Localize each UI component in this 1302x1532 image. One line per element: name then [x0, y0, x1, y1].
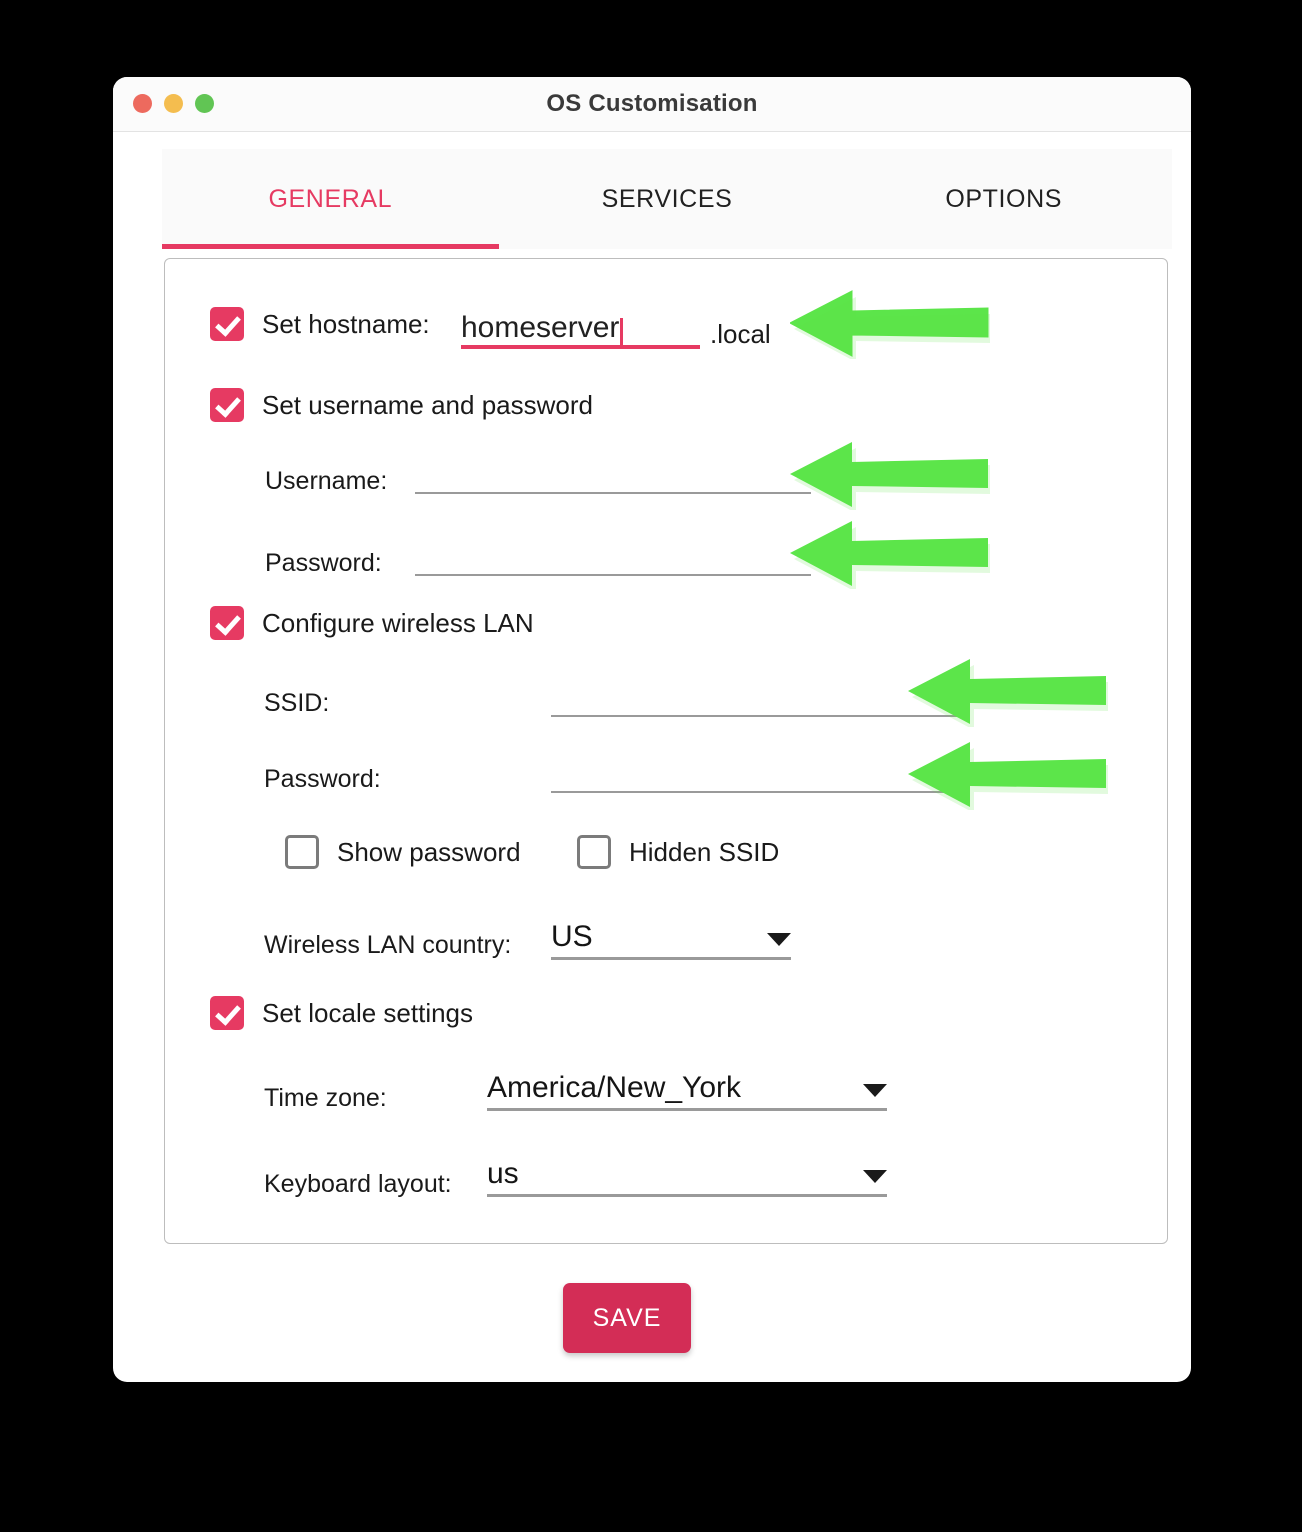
keyboard-layout-select[interactable]: us — [487, 1151, 887, 1197]
os-customisation-window: OS Customisation GENERAL SERVICES OPTION… — [113, 77, 1191, 1382]
tab-options-label: OPTIONS — [945, 184, 1063, 213]
set-hostname-label: Set hostname: — [262, 308, 430, 339]
set-locale-settings-label: Set locale settings — [262, 997, 474, 1028]
time-zone-value: America/New_York — [487, 1071, 741, 1104]
user-password-input[interactable] — [415, 532, 811, 576]
hidden-ssid-checkbox[interactable] — [577, 835, 611, 869]
show-password-row[interactable]: Show password — [285, 835, 521, 869]
tab-general-label: GENERAL — [268, 184, 393, 213]
time-zone-label: Time zone: — [264, 1084, 387, 1112]
tab-general[interactable]: GENERAL — [162, 149, 499, 249]
set-hostname-row: Set hostname: — [210, 307, 430, 341]
tab-services[interactable]: SERVICES — [499, 149, 836, 249]
ssid-label: SSID: — [264, 689, 330, 717]
set-username-password-checkbox[interactable] — [210, 388, 244, 422]
hidden-ssid-label: Hidden SSID — [629, 836, 780, 867]
chevron-down-icon — [767, 933, 791, 946]
hostname-input[interactable]: homeserver — [461, 305, 700, 349]
chevron-down-icon — [863, 1170, 887, 1183]
window-titlebar: OS Customisation — [113, 77, 1191, 132]
set-locale-row: Set locale settings — [210, 996, 473, 1030]
window-title: OS Customisation — [546, 90, 758, 117]
configure-wireless-lan-checkbox[interactable] — [210, 606, 244, 640]
hidden-ssid-row[interactable]: Hidden SSID — [577, 835, 779, 869]
tab-services-label: SERVICES — [601, 184, 733, 213]
wireless-lan-country-value: US — [551, 920, 593, 953]
show-password-label: Show password — [337, 836, 521, 867]
hostname-domain-suffix: .local — [710, 319, 771, 349]
text-caret — [620, 318, 624, 349]
wireless-lan-country-label: Wireless LAN country: — [264, 931, 512, 959]
wifi-password-input[interactable] — [551, 749, 957, 793]
username-input[interactable] — [415, 450, 811, 494]
username-label: Username: — [265, 467, 388, 495]
keyboard-layout-label: Keyboard layout: — [264, 1170, 452, 1198]
general-settings-panel: Set hostname: homeserver .local Set user… — [164, 258, 1168, 1244]
set-hostname-checkbox[interactable] — [210, 307, 244, 341]
show-password-checkbox[interactable] — [285, 835, 319, 869]
tab-options[interactable]: OPTIONS — [835, 149, 1172, 249]
time-zone-select[interactable]: America/New_York — [487, 1065, 887, 1111]
chevron-down-icon — [863, 1084, 887, 1097]
wifi-password-label: Password: — [264, 765, 381, 793]
configure-wireless-lan-label: Configure wireless LAN — [262, 607, 534, 638]
keyboard-layout-value: us — [487, 1157, 519, 1190]
set-username-password-label: Set username and password — [262, 389, 593, 420]
set-user-row: Set username and password — [210, 388, 593, 422]
user-password-label: Password: — [265, 549, 382, 577]
hostname-value: homeserver — [461, 311, 620, 344]
tab-bar: GENERAL SERVICES OPTIONS — [162, 149, 1172, 249]
save-button[interactable]: SAVE — [563, 1283, 691, 1353]
configure-wlan-row: Configure wireless LAN — [210, 606, 534, 640]
set-locale-settings-checkbox[interactable] — [210, 996, 244, 1030]
wireless-lan-country-select[interactable]: US — [551, 914, 791, 960]
ssid-input[interactable] — [551, 673, 957, 717]
